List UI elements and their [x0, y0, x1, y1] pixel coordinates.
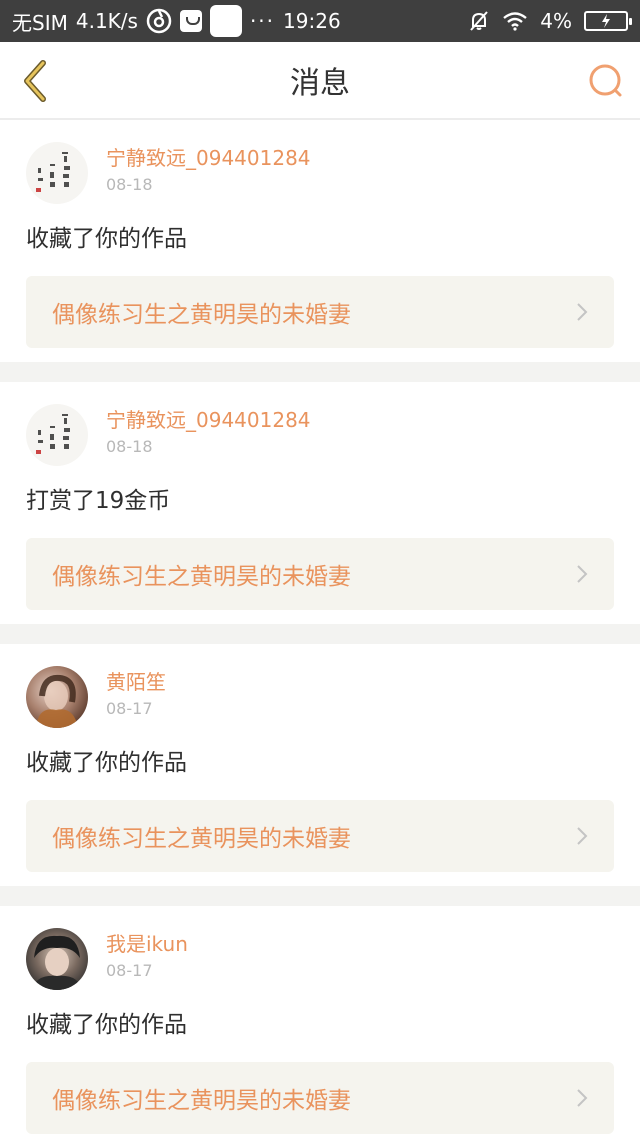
work-title: 偶像练习生之黄明昊的未婚妻: [52, 1088, 351, 1114]
work-title: 偶像练习生之黄明昊的未婚妻: [52, 826, 351, 852]
carrier-text: 无SIM: [12, 10, 68, 35]
avatar[interactable]: [26, 142, 88, 204]
clock: 19:26: [283, 9, 341, 33]
username[interactable]: 我是ikun: [106, 931, 188, 957]
work-link-card[interactable]: 偶像练习生之黄明昊的未婚妻: [26, 1062, 614, 1134]
message-date: 08-17: [106, 961, 153, 980]
chevron-right-icon: [574, 1089, 590, 1107]
username[interactable]: 宁静致远_094401284: [106, 407, 311, 433]
avatar[interactable]: [26, 928, 88, 990]
work-link-card[interactable]: 偶像练习生之黄明昊的未婚妻: [26, 276, 614, 348]
netease-music-icon: [146, 8, 172, 34]
back-button[interactable]: [14, 58, 54, 104]
avatar[interactable]: [26, 404, 88, 466]
divider: [0, 886, 640, 906]
chevron-right-icon: [574, 565, 590, 583]
work-title: 偶像练习生之黄明昊的未婚妻: [52, 302, 351, 328]
work-link-card[interactable]: 偶像练习生之黄明昊的未婚妻: [26, 538, 614, 610]
status-bar: 无SIM 4.1K/s ··· 19:26 4%: [0, 0, 640, 42]
top-nav-bar: 消息: [0, 42, 640, 120]
username[interactable]: 宁静致远_094401284: [106, 145, 311, 171]
message-item: 我是ikun 08-17 收藏了你的作品 偶像练习生之黄明昊的未婚妻: [0, 906, 640, 1138]
divider: [0, 624, 640, 644]
message-action: 收藏了你的作品: [26, 226, 187, 252]
message-item: 黄陌笙 08-17 收藏了你的作品 偶像练习生之黄明昊的未婚妻: [0, 644, 640, 886]
battery-percent: 4%: [540, 9, 572, 33]
user-photo-icon: [36, 674, 78, 728]
work-link-card[interactable]: 偶像练习生之黄明昊的未婚妻: [26, 800, 614, 872]
message-action: 收藏了你的作品: [26, 1012, 187, 1038]
chevron-right-icon: [574, 827, 590, 845]
message-list: 宁静致远_094401284 08-18 收藏了你的作品 偶像练习生之黄明昊的未…: [0, 120, 640, 1138]
page-title: 消息: [290, 66, 350, 101]
message-action: 收藏了你的作品: [26, 750, 187, 776]
work-title: 偶像练习生之黄明昊的未婚妻: [52, 564, 351, 590]
more-notifications-icon: ···: [249, 9, 276, 33]
message-action: 打赏了19金币: [26, 488, 171, 514]
network-speed: 4.1K/s: [75, 9, 138, 33]
calligraphy-avatar-icon: [36, 152, 70, 192]
app-notification-icon: [209, 5, 242, 37]
wifi-icon: [502, 11, 528, 31]
calligraphy-avatar-icon: [36, 414, 70, 454]
chevron-right-icon: [574, 303, 590, 321]
message-item: 宁静致远_094401284 08-18 打赏了19金币 偶像练习生之黄明昊的未…: [0, 382, 640, 624]
divider: [0, 362, 640, 382]
message-date: 08-18: [106, 437, 153, 456]
avatar[interactable]: [26, 666, 88, 728]
username[interactable]: 黄陌笙: [106, 669, 166, 695]
back-chevron-icon: [24, 60, 46, 102]
message-date: 08-17: [106, 699, 153, 718]
battery-charging-icon: [584, 11, 632, 31]
search-button[interactable]: [586, 60, 626, 102]
shopping-bag-icon: [179, 10, 202, 32]
user-photo-icon: [32, 935, 82, 990]
search-icon: [589, 64, 622, 97]
silent-bell-icon: [468, 10, 490, 32]
message-date: 08-18: [106, 175, 153, 194]
message-item: 宁静致远_094401284 08-18 收藏了你的作品 偶像练习生之黄明昊的未…: [0, 120, 640, 362]
